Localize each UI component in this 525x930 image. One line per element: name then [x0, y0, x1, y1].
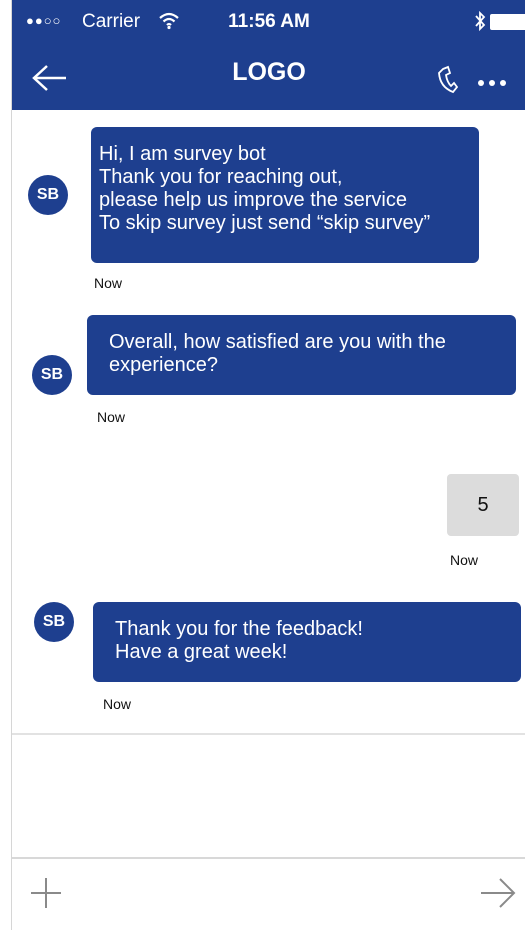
message-line: Have a great week!: [115, 641, 288, 663]
more-icon[interactable]: [478, 73, 511, 91]
status-time: 11:56 AM: [228, 11, 310, 32]
chat-screen: ●●○○ Carrier 11:56 AM LOGO SB Hi, I am s…: [11, 0, 525, 930]
nav-bar: LOGO: [12, 46, 525, 110]
arrow-right-icon[interactable]: [478, 875, 518, 916]
bluetooth-icon: [474, 10, 486, 37]
bot-avatar: SB: [32, 355, 72, 395]
message-line: Hi, I am survey bot: [99, 143, 266, 165]
phone-icon[interactable]: [434, 65, 459, 100]
status-bar: ●●○○ Carrier 11:56 AM: [12, 0, 525, 46]
message-input-area[interactable]: [12, 735, 525, 857]
message-line: please help us improve the service: [99, 189, 407, 211]
battery-icon: [490, 14, 525, 30]
message-line: Thank you for reaching out,: [99, 166, 343, 188]
plus-icon[interactable]: [28, 875, 64, 916]
message-timestamp: Now: [94, 275, 123, 291]
message-line: To skip survey just send “skip survey”: [99, 212, 431, 234]
toolbar-divider: [12, 857, 525, 859]
bot-avatar: SB: [28, 175, 68, 215]
bot-message: Overall, how satisfied are you with the …: [87, 315, 516, 395]
app-header: ●●○○ Carrier 11:56 AM LOGO: [12, 0, 525, 110]
bot-avatar: SB: [34, 602, 74, 642]
message-line: Thank you for the feedback!: [115, 618, 363, 640]
message-timestamp: Now: [97, 409, 126, 425]
message-timestamp: Now: [103, 696, 132, 712]
message-line: experience?: [109, 354, 218, 376]
user-reply-bubble: 5: [447, 474, 519, 536]
bot-message: Thank you for the feedback! Have a great…: [93, 602, 521, 682]
bot-message: Hi, I am survey bot Thank you for reachi…: [91, 127, 479, 263]
message-timestamp: Now: [450, 552, 479, 568]
message-line: Overall, how satisfied are you with the: [109, 331, 446, 353]
